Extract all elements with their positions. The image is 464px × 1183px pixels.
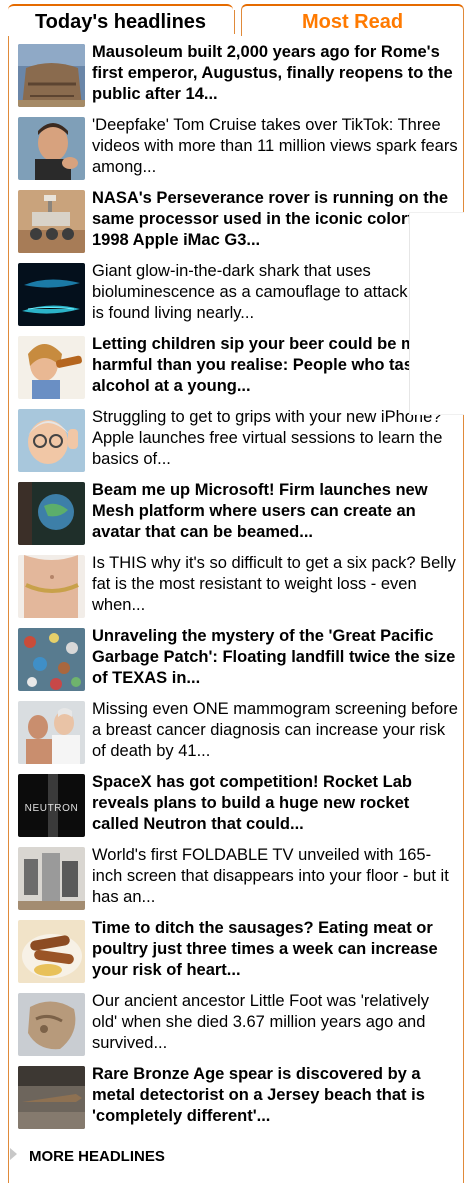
headline-tabs: Today's headlines Most Read: [0, 0, 464, 36]
tab-todays-headlines[interactable]: Today's headlines: [8, 4, 233, 36]
garbage-thumb[interactable]: [18, 628, 85, 691]
list-item[interactable]: NASA's Perseverance rover is running on …: [9, 184, 464, 257]
mesh-thumb[interactable]: [18, 482, 85, 545]
list-item[interactable]: Rare Bronze Age spear is discovered by a…: [9, 1060, 464, 1133]
list-item[interactable]: Beam me up Microsoft! Firm launches new …: [9, 476, 464, 549]
neutron-thumb[interactable]: NEUTRON: [18, 774, 85, 837]
list-item[interactable]: Letting children sip your beer could be …: [9, 330, 464, 403]
tv-thumb[interactable]: [18, 847, 85, 910]
beer-thumb[interactable]: [18, 336, 85, 399]
list-item[interactable]: Struggling to get to grips with your new…: [9, 403, 464, 476]
headline-text: Missing even ONE mammogram screening bef…: [92, 700, 458, 760]
shark-thumb[interactable]: [18, 263, 85, 326]
list-item[interactable]: Missing even ONE mammogram screening bef…: [9, 695, 464, 768]
spear-thumb[interactable]: [18, 1066, 85, 1129]
headline-text: 'Deepfake' Tom Cruise takes over TikTok:…: [92, 116, 458, 176]
headline-text: Struggling to get to grips with your new…: [92, 408, 443, 468]
headline-text: Mausoleum built 2,000 years ago for Rome…: [92, 43, 453, 103]
floating-overlay-panel[interactable]: [409, 212, 464, 415]
list-item[interactable]: NEUTRON SpaceX has got competition! Rock…: [9, 768, 464, 841]
list-item[interactable]: Mausoleum built 2,000 years ago for Rome…: [9, 38, 464, 111]
headline-text: NASA's Perseverance rover is running on …: [92, 189, 449, 249]
mammogram-thumb[interactable]: [18, 701, 85, 764]
fossil-thumb[interactable]: [18, 993, 85, 1056]
headline-text: Our ancient ancestor Little Foot was 're…: [92, 992, 429, 1052]
sausage-thumb[interactable]: [18, 920, 85, 983]
headlines-panel: Mausoleum built 2,000 years ago for Rome…: [8, 36, 464, 1183]
headline-text: World's first FOLDABLE TV unveiled with …: [92, 846, 449, 906]
headline-text: SpaceX has got competition! Rocket Lab r…: [92, 773, 412, 833]
headline-text: Time to ditch the sausages? Eating meat …: [92, 919, 438, 979]
memoji-thumb[interactable]: [18, 409, 85, 472]
list-item[interactable]: World's first FOLDABLE TV unveiled with …: [9, 841, 464, 914]
list-item[interactable]: Time to ditch the sausages? Eating meat …: [9, 914, 464, 987]
list-item[interactable]: Unraveling the mystery of the 'Great Pac…: [9, 622, 464, 695]
list-item[interactable]: Is THIS why it's so difficult to get a s…: [9, 549, 464, 622]
headline-text: Rare Bronze Age spear is discovered by a…: [92, 1065, 425, 1125]
headline-text: Is THIS why it's so difficult to get a s…: [92, 554, 456, 614]
headline-text: Beam me up Microsoft! Firm launches new …: [92, 481, 428, 541]
triangle-right-icon: [10, 1148, 17, 1160]
tab-most-read[interactable]: Most Read: [241, 4, 464, 36]
list-item[interactable]: 'Deepfake' Tom Cruise takes over TikTok:…: [9, 111, 464, 184]
more-headlines-link[interactable]: MORE HEADLINES: [10, 1145, 165, 1169]
rover-thumb[interactable]: [18, 190, 85, 253]
headline-text: Unraveling the mystery of the 'Great Pac…: [92, 627, 456, 687]
tom-cruise-thumb[interactable]: [18, 117, 85, 180]
headline-text: Giant glow-in-the-dark shark that uses b…: [92, 262, 445, 322]
belly-thumb[interactable]: [18, 555, 85, 618]
headline-text: Letting children sip your beer could be …: [92, 335, 442, 395]
list-item[interactable]: Our ancient ancestor Little Foot was 're…: [9, 987, 464, 1060]
mausoleum-thumb[interactable]: [18, 44, 85, 107]
neutron-logo-text: NEUTRON: [25, 803, 79, 814]
tab-divider: [234, 10, 235, 34]
more-headlines-label: MORE HEADLINES: [29, 1148, 165, 1165]
list-item[interactable]: Giant glow-in-the-dark shark that uses b…: [9, 257, 464, 330]
